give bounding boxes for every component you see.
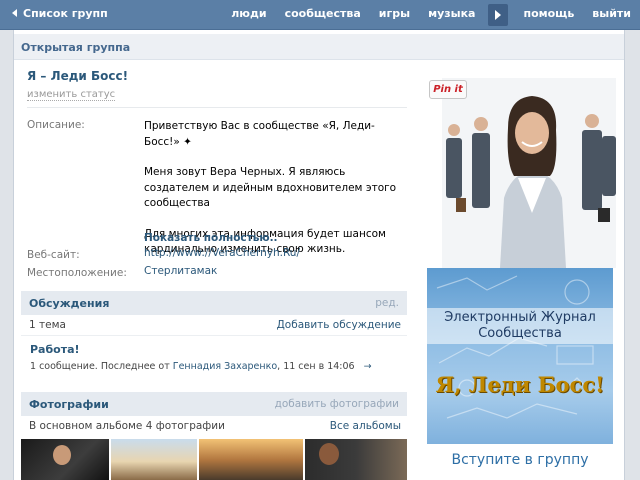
nav-music[interactable]: музыка [419, 0, 484, 30]
business-people-illustration [442, 78, 616, 268]
discussions-title[interactable]: Обсуждения [29, 297, 109, 310]
group-type-label: Открытая группа [21, 41, 131, 54]
banner-photo [442, 78, 616, 268]
back-arrow-icon [12, 9, 17, 17]
photo-thumbnail[interactable] [305, 439, 407, 480]
topics-count: 1 тема [29, 319, 66, 331]
banner-graphic: Электронный Журнал Сообщества Я, Леди Бо… [427, 268, 613, 444]
nav-help[interactable]: помощь [514, 0, 583, 30]
description-label: Описание: [27, 119, 85, 131]
banner-line1: Электронный Журнал [444, 310, 596, 325]
nav-people[interactable]: люди [222, 0, 275, 30]
website-link[interactable]: http://www://VeraChernyh.Ru/ [144, 246, 300, 262]
location-label: Местоположение: [27, 267, 127, 279]
location-link[interactable]: Стерлитамак [144, 264, 217, 280]
banner-slogan: Я, Леди Босс! [435, 372, 605, 397]
photo-thumbnails [21, 439, 407, 480]
topic-author-link[interactable]: Геннадия Захаренко [173, 361, 277, 372]
banner[interactable]: Pin it Электронный Журнал Сообщества Я, … [424, 74, 616, 480]
photos-subheader: В основном альбоме 4 фотографии Все альб… [21, 416, 407, 437]
pinterest-icon[interactable]: Pin it [429, 80, 467, 99]
main-nav: люди сообщества игры музыка помощь выйти [222, 0, 640, 30]
divider [27, 107, 407, 108]
description-paragraph: Меня зовут Вера Черных. Я являюсь создат… [144, 166, 397, 209]
banner-line2: Сообщества [478, 326, 562, 341]
nav-games[interactable]: игры [370, 0, 419, 30]
show-more-link[interactable]: Показать полностью.. [144, 232, 278, 244]
business-doodle-background [436, 275, 594, 419]
top-navigation-bar: Список групп люди сообщества игры музыка… [0, 0, 640, 30]
right-arrow-icon[interactable]: → [364, 361, 372, 372]
group-avatar-banner: Pin it Электронный Журнал Сообщества Я, … [424, 74, 616, 480]
description-paragraph: Приветствую Вас в сообществе «Я, Леди-Бо… [144, 120, 375, 148]
discussions-header: Обсуждения ред. [21, 291, 407, 315]
discussions-subheader: 1 тема Добавить обсуждение [21, 315, 407, 336]
group-type-bar: Открытая группа [14, 34, 624, 60]
topic-title-link[interactable]: Работа! [30, 343, 80, 356]
topic-time: , 11 сен в 14:06 [277, 361, 355, 372]
banner-lower: Электронный Журнал Сообщества Я, Леди Бо… [424, 268, 616, 480]
back-label: Список групп [23, 7, 108, 20]
topic-meta-prefix: 1 сообщение. Последнее от [30, 361, 170, 372]
group-page: Открытая группа Я – Леди Босс! изменить … [13, 30, 625, 480]
photo-thumbnail[interactable] [199, 439, 303, 480]
nav-logout[interactable]: выйти [583, 0, 640, 30]
more-arrow-icon[interactable] [488, 4, 509, 26]
add-photos-link[interactable]: добавить фотографии [275, 398, 399, 410]
main-album-count: В основном альбоме 4 фотографии [29, 420, 225, 432]
all-albums-link[interactable]: Все альбомы [330, 420, 401, 432]
website-label: Веб-сайт: [27, 249, 80, 261]
add-discussion-link[interactable]: Добавить обсуждение [277, 319, 401, 331]
photos-header: Фотографии добавить фотографии [21, 392, 407, 416]
nav-communities[interactable]: сообщества [276, 0, 370, 30]
topic-meta: 1 сообщение. Последнее от Геннадия Захар… [30, 361, 372, 372]
photos-title[interactable]: Фотографии [29, 398, 109, 411]
change-status-link[interactable]: изменить статус [27, 89, 116, 101]
photo-thumbnail[interactable] [111, 439, 197, 480]
join-group-button[interactable]: Вступите в группу [424, 452, 616, 468]
discussions-edit-link[interactable]: ред. [375, 297, 399, 309]
back-to-groups-link[interactable]: Список групп [12, 0, 108, 30]
banner-title: Электронный Журнал Сообщества [427, 308, 613, 344]
photo-thumbnail[interactable] [21, 439, 109, 480]
group-title: Я – Леди Босс! [27, 69, 129, 83]
